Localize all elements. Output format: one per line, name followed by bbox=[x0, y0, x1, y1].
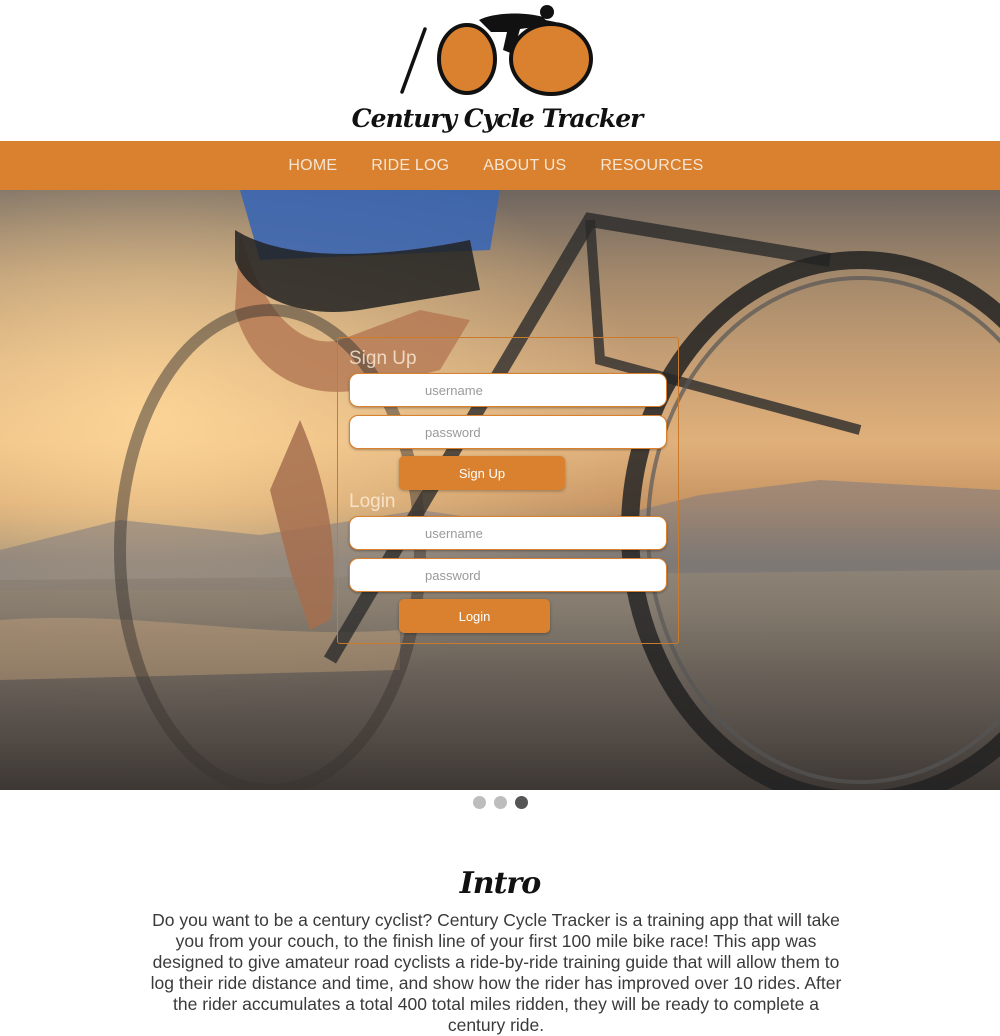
cyclist-logo-icon[interactable] bbox=[395, 2, 600, 98]
intro-heading: Intro bbox=[459, 866, 542, 901]
login-password-input[interactable] bbox=[349, 558, 667, 592]
nav-item-resources[interactable]: RESOURCES bbox=[600, 157, 703, 175]
carousel-dot-2[interactable] bbox=[493, 796, 507, 809]
nav-item-ride-log[interactable]: RIDE LOG bbox=[371, 157, 449, 175]
login-heading: Login bbox=[349, 491, 396, 512]
intro-paragraph: Do you want to be a century cyclist? Cen… bbox=[150, 910, 842, 1035]
nav-item-about-us[interactable]: ABOUT US bbox=[483, 157, 566, 175]
carousel-dot-3[interactable] bbox=[514, 796, 528, 809]
carousel-indicators bbox=[0, 796, 1000, 809]
login-username-input[interactable] bbox=[349, 516, 667, 550]
hero-carousel: Sign Up Sign Up Login Login bbox=[0, 190, 1000, 790]
signup-button[interactable]: Sign Up bbox=[399, 456, 565, 490]
site-header: Century Cycle Tracker bbox=[0, 0, 1000, 141]
brand-title: Century Cycle Tracker bbox=[351, 104, 644, 133]
signup-heading: Sign Up bbox=[349, 348, 417, 369]
auth-form-panel: Sign Up Sign Up Login Login bbox=[337, 337, 679, 644]
signup-password-input[interactable] bbox=[349, 415, 667, 449]
login-button[interactable]: Login bbox=[399, 599, 550, 633]
signup-username-input[interactable] bbox=[349, 373, 667, 407]
carousel-dot-1[interactable] bbox=[472, 796, 486, 809]
nav-item-home[interactable]: HOME bbox=[288, 157, 337, 175]
main-navbar: HOME RIDE LOG ABOUT US RESOURCES bbox=[0, 141, 1000, 190]
